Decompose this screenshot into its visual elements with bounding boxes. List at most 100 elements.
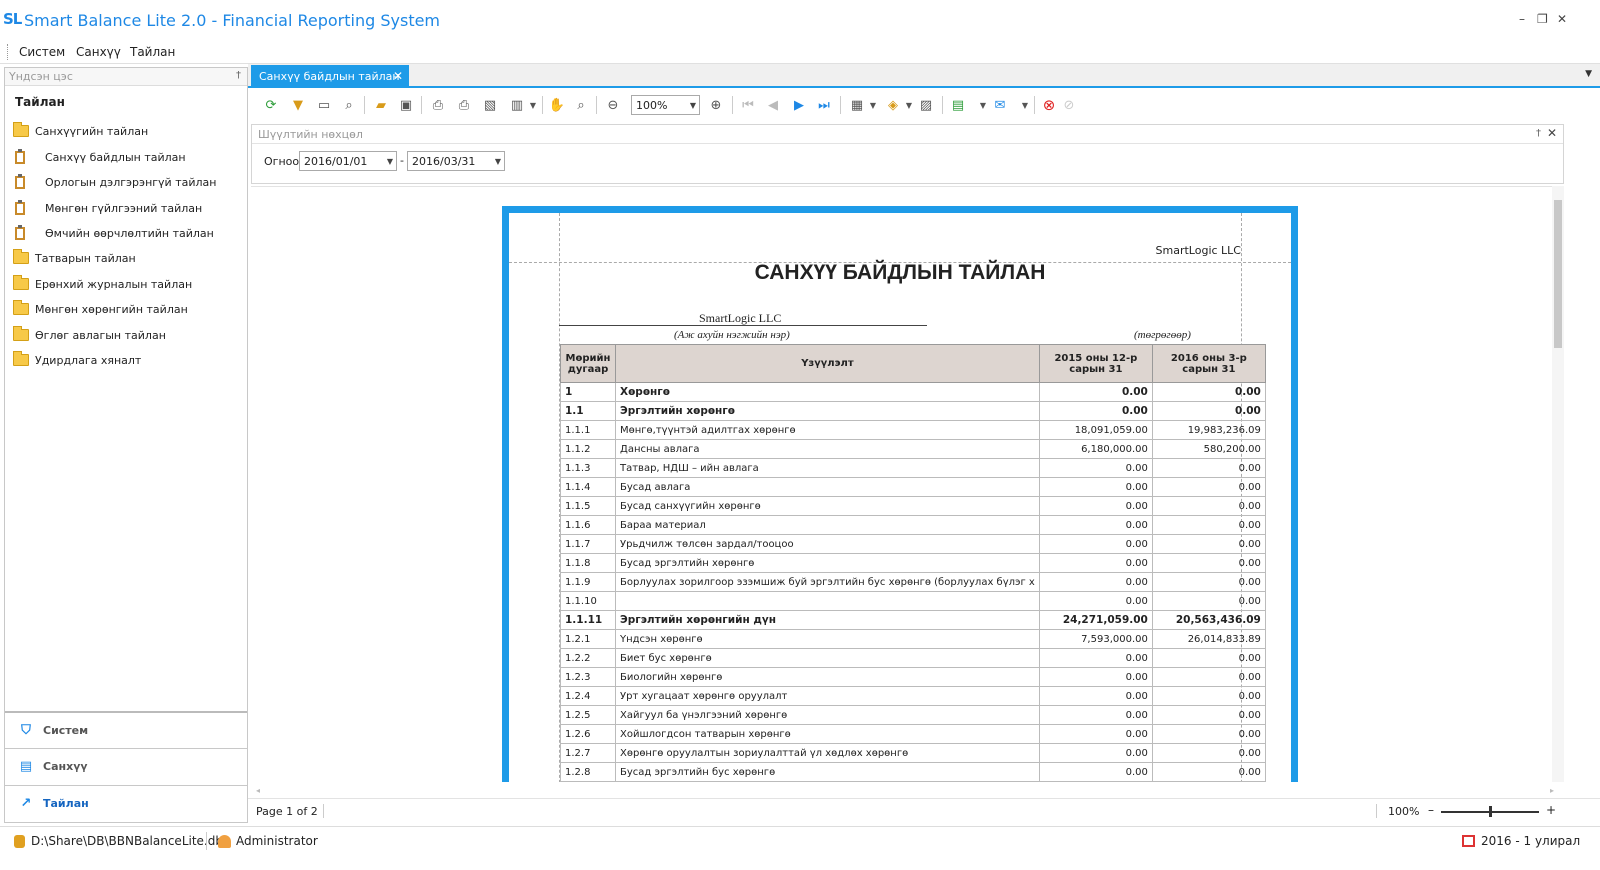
tree-item-payables-receivables[interactable]: Өглөг авлагын тайлан <box>13 324 166 346</box>
row-number: 1.2.1 <box>560 629 616 649</box>
value-2016: 0.00 <box>1151 534 1266 554</box>
nav-finance[interactable]: ▤ Санхүү <box>5 748 247 784</box>
row-label: Эргэлтийн хөрөнгийн дүн <box>615 610 1040 630</box>
date-from-field[interactable]: 2016/01/01 ▼ <box>299 151 397 171</box>
open-icon[interactable]: ▰ <box>372 96 390 114</box>
chevron-down-icon[interactable]: ▼ <box>524 96 542 114</box>
tab-balance-sheet[interactable]: Санхүү байдлын тайлан ✕ <box>251 65 409 88</box>
table-row: 1.1.1 Мөнгө,түүнтэй адилтгах хөрөнгө 18,09… <box>560 420 1266 440</box>
tree-item-income-statement[interactable]: Орлогын дэлгэрэнгүй тайлан <box>15 171 216 193</box>
restore-button[interactable]: ❐ <box>1537 12 1548 26</box>
chevron-down-icon[interactable]: ▼ <box>974 96 992 114</box>
chevron-down-icon[interactable]: ▼ <box>900 96 918 114</box>
previous-page-icon[interactable]: ◀ <box>764 96 782 114</box>
menu-grip[interactable] <box>7 44 9 60</box>
tree-item-cash-reports[interactable]: Мөнгөн хөрөнгийн тайлан <box>13 298 188 320</box>
tree-item-label: Өмчийн өөрчлөлтийн тайлан <box>45 226 214 240</box>
row-label: Урьдчилж төлсөн зардал/тооцоо <box>615 534 1040 554</box>
first-page-icon[interactable]: ⏮ <box>739 96 757 114</box>
nav-report[interactable]: ↗ Тайлан <box>5 785 247 821</box>
export-icon[interactable]: ▤ <box>949 96 967 114</box>
chevron-down-icon[interactable]: ▼ <box>864 96 882 114</box>
zoom-select[interactable]: 100% ▼ <box>631 95 700 115</box>
row-label: Биологийн хөрөнгө <box>615 667 1040 687</box>
scroll-right-icon[interactable]: ▸ <box>1550 786 1554 795</box>
row-number: 1.2.4 <box>560 686 616 706</box>
company-underline <box>559 325 927 326</box>
tree-item-tax-reports[interactable]: Татварын тайлан <box>13 247 136 269</box>
last-page-icon[interactable]: ⏭ <box>815 96 833 114</box>
chevron-down-icon[interactable]: ▼ <box>1585 69 1592 79</box>
print-icon[interactable]: ⎙ <box>429 96 447 114</box>
tree-item-general-journal[interactable]: Ерөнхий журналын тайлан <box>13 273 192 295</box>
find-icon[interactable]: ⌕ <box>340 96 358 114</box>
report-preview[interactable]: SmartLogic LLC САНХҮҮ БАЙДЛЫН ТАЙЛАН Sma… <box>251 186 1564 782</box>
tree-item-management-control[interactable]: Удирдлага хяналт <box>13 349 141 371</box>
close-button[interactable]: ✕ <box>1557 12 1567 26</box>
row-number: 1.1.4 <box>560 477 616 497</box>
quick-print-icon[interactable]: ⎙ <box>455 96 473 114</box>
row-label: Хайгуул ба үнэлгээний хөрөнгө <box>615 705 1040 725</box>
row-number: 1.1 <box>560 401 616 421</box>
report-page: SmartLogic LLC САНХҮҮ БАЙДЛЫН ТАЙЛАН Sma… <box>502 206 1298 782</box>
pin-icon[interactable]: † <box>236 70 241 81</box>
table-row: 1.1.2 Дансны авлага 6,180,000.00 580,200.00 <box>560 439 1266 459</box>
save-icon[interactable]: ▣ <box>397 96 415 114</box>
pin-icon[interactable]: † <box>1536 128 1541 139</box>
chevron-down-icon: ▼ <box>689 101 696 110</box>
row-label: Бусад санхүүгийн хөрөнгө <box>615 496 1040 516</box>
filter-icon[interactable]: ▼ <box>289 96 307 114</box>
menu-report[interactable]: Тайлан <box>130 45 175 59</box>
magnifier-icon[interactable]: ⌕ <box>572 96 590 114</box>
column-header: Мөрийн дугаар <box>560 344 616 383</box>
watermark-icon[interactable]: ▨ <box>917 96 935 114</box>
value-2016: 0.00 <box>1151 496 1266 516</box>
value-2016: 20,563,436.09 <box>1151 610 1266 630</box>
vertical-scrollbar[interactable] <box>1552 186 1564 782</box>
chevron-down-icon[interactable]: ▼ <box>495 157 501 166</box>
clipboard-icon: ▤ <box>19 759 33 774</box>
date-to-field[interactable]: 2016/03/31 ▼ <box>407 151 505 171</box>
send-email-icon[interactable]: ✉ <box>991 96 1009 114</box>
report-toolbar: ⟳ ▼ ▭ ⌕ ▰ ▣ ⎙ ⎙ ▧ ▥ ▼ ✋ ⌕ ⊖ 100% ▼ ⊕ ⏮ ◀… <box>252 92 1596 118</box>
tree-item-cash-flow[interactable]: Мөнгөн гүйлгээний тайлан <box>15 197 202 219</box>
zoom-in-icon[interactable]: ⊕ <box>707 96 725 114</box>
menu-system[interactable]: Систем <box>19 45 65 59</box>
table-row: 1.1.10 0.00 0.00 <box>560 591 1266 611</box>
value-2015: 0.00 <box>1038 496 1153 516</box>
nav-system[interactable]: ⛉ Систем <box>5 711 247 747</box>
tree-item-financial-reports[interactable]: Санхүүгийн тайлан <box>13 120 148 142</box>
close-icon[interactable]: ✕ <box>1547 126 1557 140</box>
minimize-button[interactable]: – <box>1519 12 1525 26</box>
toolbar-separator <box>421 96 422 114</box>
value-2016: 0.00 <box>1151 591 1266 611</box>
menu-finance[interactable]: Санхүү <box>76 45 121 59</box>
tree-item-balance-sheet[interactable]: Санхүү байдлын тайлан <box>15 146 186 168</box>
zoom-slider-thumb[interactable] <box>1489 806 1492 817</box>
value-2016: 0.00 <box>1151 553 1266 573</box>
row-number: 1.2.5 <box>560 705 616 725</box>
close-icon[interactable]: ✕ <box>393 69 403 83</box>
row-number: 1.2.7 <box>560 743 616 763</box>
zoom-out-button[interactable]: – <box>1428 803 1434 817</box>
folder-icon <box>13 249 29 264</box>
period-label: 2016 - 1 улирал <box>1481 834 1581 848</box>
close-preview-icon[interactable]: ⊗ <box>1040 96 1058 114</box>
chevron-down-icon[interactable]: ▼ <box>1016 96 1034 114</box>
scroll-left-icon[interactable]: ◂ <box>256 786 260 795</box>
zoom-out-icon[interactable]: ⊖ <box>604 96 622 114</box>
page-setup-icon[interactable]: ▧ <box>481 96 499 114</box>
tree-item-equity-changes[interactable]: Өмчийн өөрчлөлтийн тайлан <box>15 222 214 244</box>
parameters-icon[interactable]: ▭ <box>315 96 333 114</box>
row-number: 1.1.6 <box>560 515 616 535</box>
scrollbar-thumb[interactable] <box>1554 200 1562 348</box>
row-number: 1.1.5 <box>560 496 616 516</box>
stop-icon[interactable]: ⊘ <box>1060 96 1078 114</box>
next-page-icon[interactable]: ▶ <box>790 96 808 114</box>
hand-tool-icon[interactable]: ✋ <box>548 96 566 114</box>
chevron-down-icon[interactable]: ▼ <box>387 157 393 166</box>
folder-icon <box>13 300 29 315</box>
refresh-icon[interactable]: ⟳ <box>262 96 280 114</box>
value-2015: 0.00 <box>1038 667 1153 687</box>
zoom-in-button[interactable]: + <box>1546 803 1556 817</box>
